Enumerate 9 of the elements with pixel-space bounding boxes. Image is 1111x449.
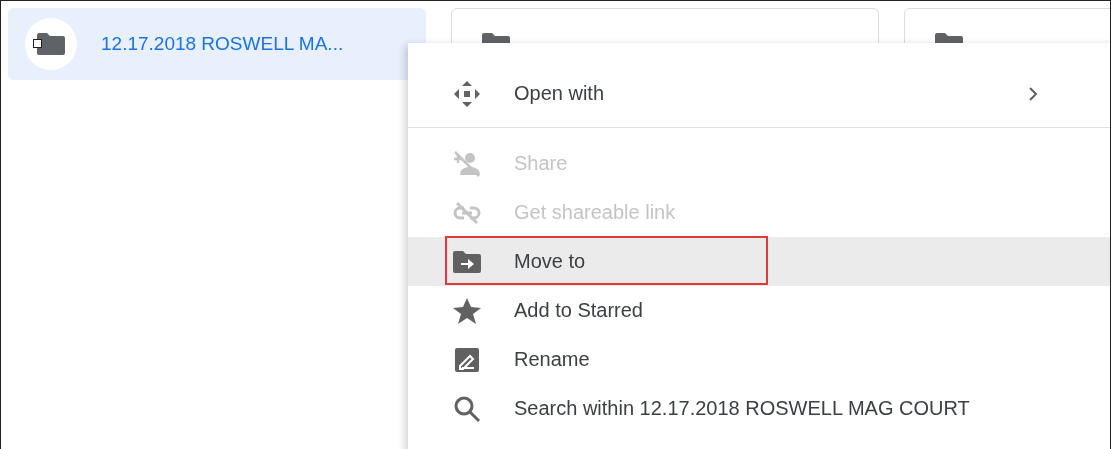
menu-item[interactable]: Add to Starred: [408, 286, 1110, 335]
person-crossed-icon: [452, 148, 482, 179]
menu-item[interactable]: Move to: [408, 237, 1110, 286]
menu-item[interactable]: Rename: [408, 335, 1110, 384]
move-arrows-icon: [452, 78, 482, 109]
folder-name: 12.17.2018 ROSWELL MA...: [101, 33, 344, 55]
menu-item[interactable]: Search within 12.17.2018 ROSWELL MAG COURT: [408, 384, 1110, 433]
checkbox[interactable]: [33, 39, 42, 48]
folder-card[interactable]: 12.17.2018 ROSWELL MA...: [8, 8, 426, 80]
